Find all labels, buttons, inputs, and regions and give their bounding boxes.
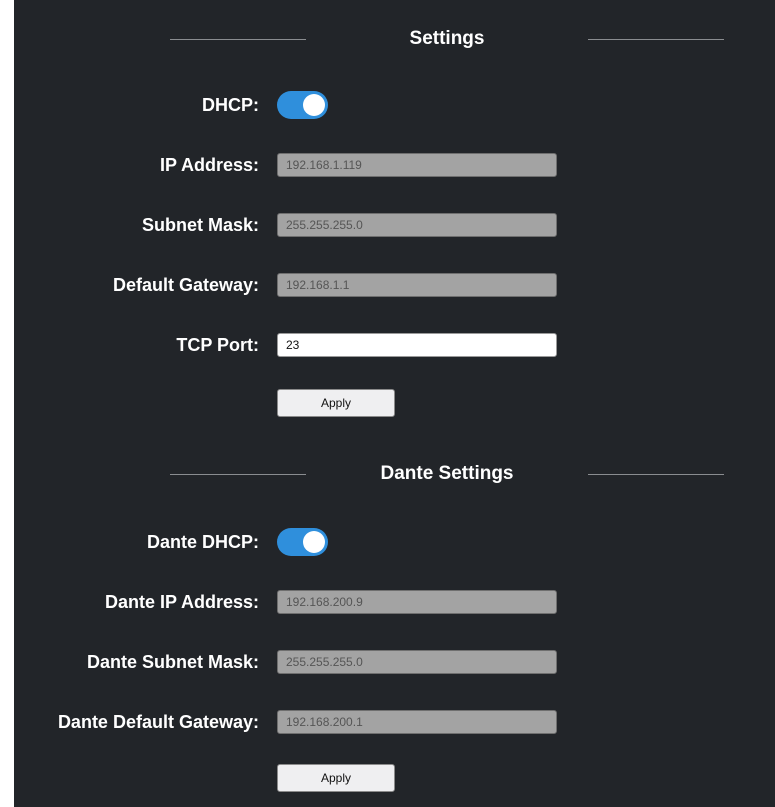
ip-address-field[interactable] [277, 153, 557, 177]
tcp-port-row: TCP Port: [14, 331, 775, 359]
dante-dhcp-label: Dante DHCP: [146, 532, 259, 552]
ip-address-label: IP Address: [159, 155, 259, 175]
settings-title: Settings [409, 28, 485, 49]
dhcp-label: DHCP: [202, 95, 259, 115]
dante-dhcp-toggle[interactable] [277, 528, 328, 556]
dante-dhcp-row: Dante DHCP: [14, 528, 775, 556]
default-gateway-field[interactable] [277, 273, 557, 297]
apply-button[interactable]: Apply [277, 389, 395, 417]
dante-apply-button[interactable]: Apply [277, 764, 395, 792]
dante-subnet-mask-row: Dante Subnet Mask: [14, 648, 775, 676]
dante-ip-address-row: Dante IP Address: [14, 588, 775, 616]
toggle-knob [303, 531, 325, 553]
dante-default-gateway-field[interactable] [277, 710, 557, 734]
toggle-knob [303, 94, 325, 116]
tcp-port-field[interactable] [277, 333, 557, 357]
subnet-mask-label: Subnet Mask: [141, 215, 259, 235]
divider-left [170, 39, 306, 40]
dante-subnet-mask-label: Dante Subnet Mask: [86, 652, 259, 672]
settings-header: Settings [14, 24, 775, 54]
divider-right [588, 39, 724, 40]
dhcp-toggle[interactable] [277, 91, 328, 119]
dhcp-row: DHCP: [14, 91, 775, 119]
dante-ip-address-label: Dante IP Address: [104, 592, 259, 612]
divider-right [588, 474, 724, 475]
subnet-mask-field[interactable] [277, 213, 557, 237]
subnet-mask-row: Subnet Mask: [14, 211, 775, 239]
default-gateway-label: Default Gateway: [112, 275, 259, 295]
divider-left [170, 474, 306, 475]
tcp-port-label: TCP Port: [176, 335, 259, 355]
default-gateway-row: Default Gateway: [14, 271, 775, 299]
dante-subnet-mask-field[interactable] [277, 650, 557, 674]
dante-ip-address-field[interactable] [277, 590, 557, 614]
dante-default-gateway-row: Dante Default Gateway: [14, 708, 775, 736]
settings-panel: Settings DHCP: IP Address: Subnet Mask: … [14, 0, 775, 807]
ip-address-row: IP Address: [14, 151, 775, 179]
dante-settings-title: Dante Settings [380, 463, 514, 484]
dante-default-gateway-label: Dante Default Gateway: [57, 712, 259, 732]
dante-settings-header: Dante Settings [14, 459, 775, 489]
